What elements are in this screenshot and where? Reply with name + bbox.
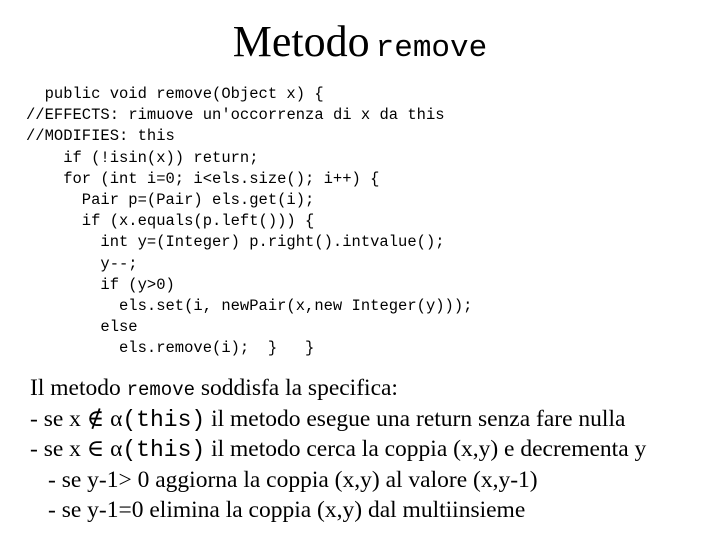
case-in-code: (this) — [122, 437, 206, 463]
case-in-prefix: - se x — [30, 436, 87, 462]
code-line: if (!isin(x)) return; — [63, 148, 259, 167]
intro-code: remove — [126, 379, 196, 401]
code-line: int y=(Integer) p.right().intvalue(); — [100, 233, 445, 252]
case-in-line: - se x ∈ α(this) il metodo cerca la copp… — [30, 434, 646, 465]
element-of-icon: ∈ — [86, 436, 105, 462]
case-in-text: il metodo cerca la coppia (x,y) e decrem… — [205, 436, 647, 462]
code-line: els.set(i, newPair(x,new Integer(y))); — [119, 296, 473, 315]
code-block: public void remove(Object x) { //EFFECTS:… — [0, 84, 472, 359]
sub-case-positive: - se y-1> 0 aggiorna la coppia (x,y) al … — [48, 466, 538, 493]
sub-case-zero: - se y-1=0 elimina la coppia (x,y) dal m… — [48, 497, 526, 523]
alpha-symbol: α — [104, 436, 123, 462]
code-line: for (int i=0; i<els.size(); i++) { — [63, 169, 380, 188]
alpha-symbol: α — [104, 405, 123, 432]
case-not-in-text: il metodo esegue una return senza fare n… — [205, 405, 626, 432]
code-line: Pair p=(Pair) els.get(i); — [81, 190, 315, 209]
case-not-in-line: - se x ∉ α(this) il metodo esegue una re… — [30, 404, 646, 435]
code-line: //MODIFIES: this — [26, 127, 175, 146]
code-line: if (y>0) — [100, 275, 175, 294]
not-element-of-icon: ∉ — [86, 405, 105, 432]
code-line: y--; — [100, 254, 138, 273]
intro-before: Il metodo — [30, 375, 127, 401]
title-code: remove — [375, 31, 488, 66]
slide-title: Metodo remove — [0, 16, 720, 78]
code-line: els.remove(i); } } — [119, 339, 315, 358]
code-line: if (x.equals(p.left())) { — [81, 212, 315, 231]
case-not-in-prefix: - se x — [30, 405, 87, 432]
code-line: public void remove(Object x) { — [44, 85, 324, 103]
case-not-in-code: (this) — [122, 406, 206, 433]
intro-after: soddisfa la specifica: — [195, 375, 398, 401]
explanation: Il metodo remove soddisfa la specifica: … — [30, 373, 646, 526]
code-line: else — [100, 318, 138, 337]
intro-line: Il metodo remove soddisfa la specifica: — [30, 373, 646, 404]
title-text: Metodo — [232, 17, 370, 66]
code-line: //EFFECTS: rimuove un'occorrenza di x da… — [26, 106, 445, 125]
